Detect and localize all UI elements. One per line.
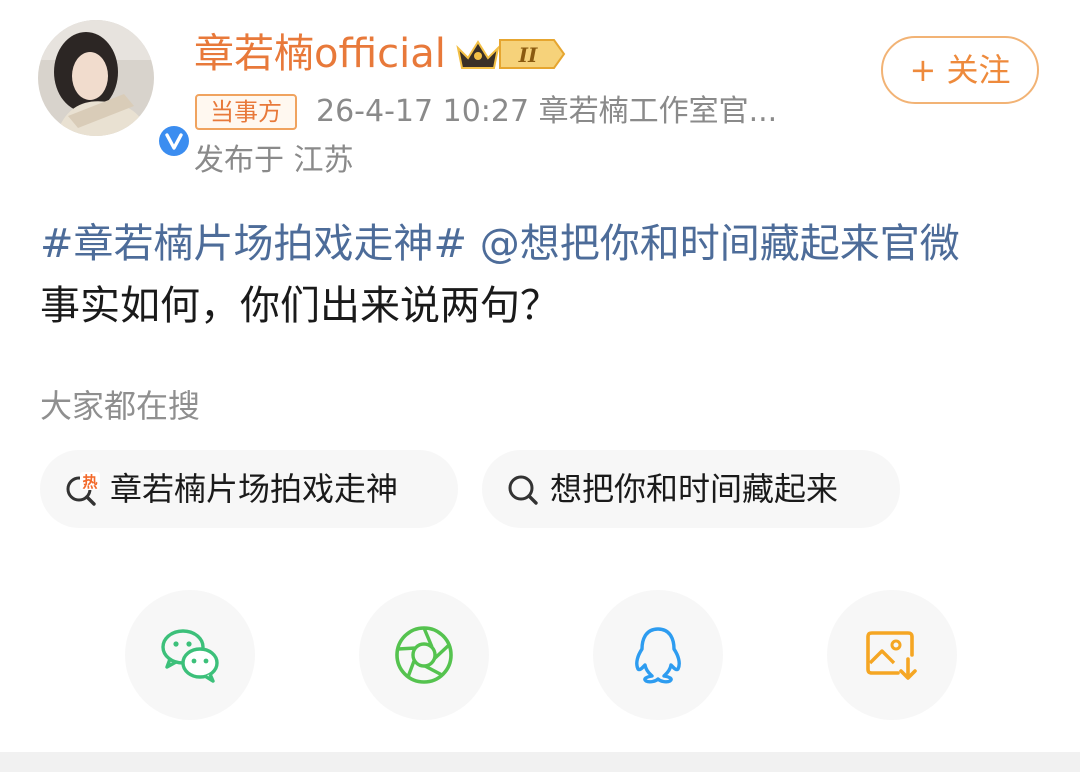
wechat-moments-icon xyxy=(395,626,453,684)
verified-badge-icon xyxy=(156,123,192,159)
status-badge: 当事方 xyxy=(195,94,297,130)
avatar-image xyxy=(38,20,154,136)
post-content: #章若楠片场拍戏走神# @想把你和时间藏起来官微 事实如何，你们出来说两句？ xyxy=(40,213,1050,337)
mention-link[interactable]: @想把你和时间藏起来官微 xyxy=(480,221,960,267)
svg-text:II: II xyxy=(518,43,538,67)
username[interactable]: 章若楠official xyxy=(194,28,446,80)
avatar[interactable] xyxy=(38,20,192,159)
share-qq-button[interactable] xyxy=(593,590,723,720)
hashtag-link[interactable]: #章若楠片场拍戏走神# xyxy=(40,221,467,267)
search-chip[interactable]: 热 章若楠片场拍戏走神 xyxy=(40,450,458,528)
bottom-divider xyxy=(0,752,1080,772)
post-meta: 26-4-17 10:27 章若楠工作室官... xyxy=(316,94,778,129)
save-image-button[interactable] xyxy=(827,590,957,720)
search-chip-label: 章若楠片场拍戏走神 xyxy=(110,470,399,508)
vip-crown-badge-icon: II xyxy=(456,34,566,74)
share-wechat-button[interactable] xyxy=(125,590,255,720)
follow-button[interactable]: + 关注 xyxy=(881,36,1039,104)
qq-icon xyxy=(635,627,681,684)
search-section-title: 大家都在搜 xyxy=(40,387,201,425)
post-text: 事实如何，你们出来说两句？ xyxy=(40,283,560,329)
share-moments-button[interactable] xyxy=(359,590,489,720)
search-chip-label: 想把你和时间藏起来 xyxy=(550,470,839,508)
svg-text:热: 热 xyxy=(82,473,97,491)
post-location: 发布于 江苏 xyxy=(194,143,354,178)
wechat-icon xyxy=(161,629,219,683)
save-image-icon xyxy=(866,631,917,680)
hot-search-icon: 热 xyxy=(66,472,100,506)
search-chip[interactable]: 想把你和时间藏起来 xyxy=(482,450,900,528)
search-icon xyxy=(508,475,538,505)
